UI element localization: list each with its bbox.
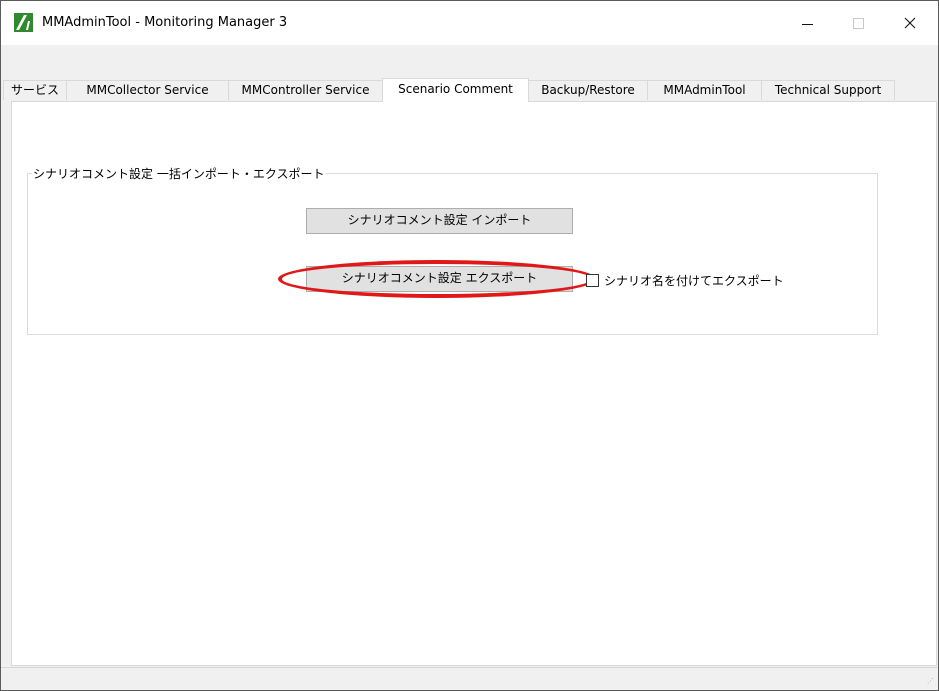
app-window: MMAdminTool - Monitoring Manager 3 サービス … [0,0,939,691]
group-title: シナリオコメント設定 一括インポート・エクスポート [32,165,327,182]
tab-mmcontroller-service[interactable]: MMController Service [228,80,383,100]
tab-mmcollector-service[interactable]: MMCollector Service [66,80,229,100]
maximize-icon [852,17,864,29]
checkbox-icon[interactable] [586,273,599,287]
export-with-scenario-name-checkbox[interactable]: シナリオ名を付けてエクスポート [586,272,784,288]
checkbox-label: シナリオ名を付けてエクスポート [604,273,784,288]
tab-services[interactable]: サービス [3,80,67,100]
export-scenario-comment-button[interactable]: シナリオコメント設定 エクスポート [306,266,573,292]
resize-grip-icon[interactable]: ⋰ [927,678,935,687]
title-bar[interactable]: MMAdminTool - Monitoring Manager 3 [1,1,938,45]
window-client-area: サービス MMCollector Service MMController Se… [1,45,938,690]
tab-scenario-comment[interactable]: Scenario Comment [382,78,529,102]
tab-mmadmintool[interactable]: MMAdminTool [647,80,762,100]
maximize-button[interactable] [835,1,881,45]
minimize-button[interactable] [784,1,830,45]
tab-strip: サービス MMCollector Service MMController Se… [1,78,938,102]
tab-backup-restore[interactable]: Backup/Restore [528,80,648,100]
window-title: MMAdminTool - Monitoring Manager 3 [42,15,288,30]
app-logo-icon [14,13,33,32]
tab-technical-support[interactable]: Technical Support [761,80,895,100]
import-scenario-comment-button[interactable]: シナリオコメント設定 インポート [306,208,573,234]
scenario-comment-page: シナリオコメント設定 一括インポート・エクスポート シナリオコメント設定 インポ… [11,101,937,666]
bulk-import-export-group: シナリオコメント設定 一括インポート・エクスポート [27,165,878,335]
close-icon [904,17,916,29]
close-button[interactable] [887,1,933,45]
minimize-icon [801,23,813,25]
status-bar: ⋰ [1,667,938,690]
